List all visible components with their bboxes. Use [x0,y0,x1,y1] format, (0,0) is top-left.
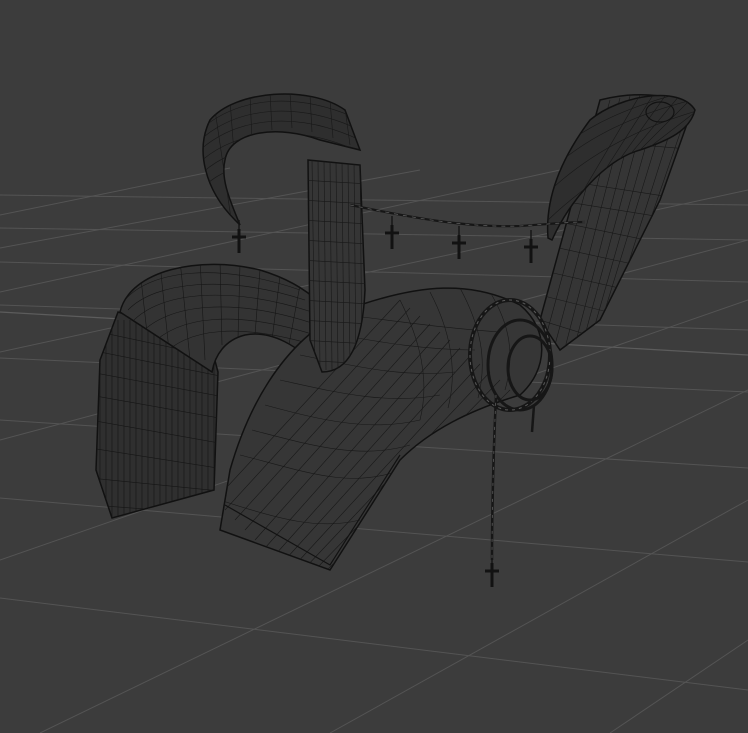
viewport-canvas[interactable] [0,0,748,733]
3d-viewport[interactable] [0,0,748,733]
rosary-chain[interactable] [490,394,536,561]
cross-icon [385,225,399,249]
cross-icon [485,563,499,587]
cross-icon [524,239,538,263]
cross-icon [452,235,466,259]
